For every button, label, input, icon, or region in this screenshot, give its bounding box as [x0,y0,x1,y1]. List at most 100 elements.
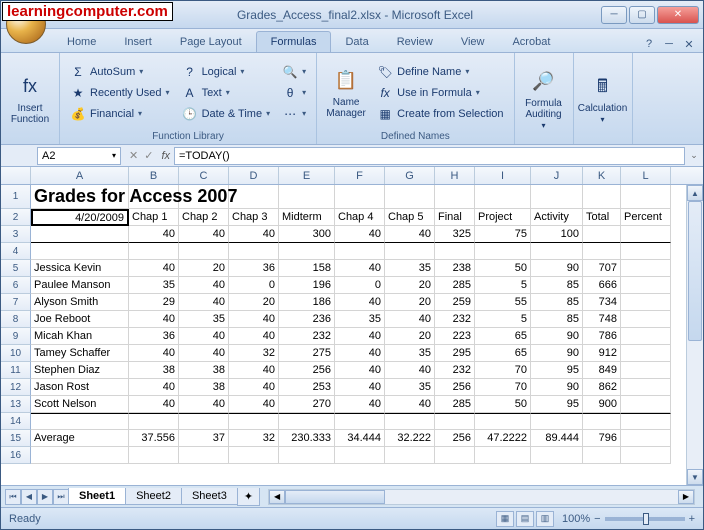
col-header-a[interactable]: A [31,167,129,184]
cell[interactable]: 5 [475,277,531,294]
cell[interactable]: Micah Khan [31,328,129,345]
tab-data[interactable]: Data [331,32,382,52]
cell[interactable]: 912 [583,345,621,362]
maximize-button[interactable]: ▢ [629,6,655,24]
cell[interactable] [335,447,385,464]
cell[interactable]: Chap 5 [385,209,435,226]
cell[interactable]: 40 [229,362,279,379]
minimize-ribbon-icon[interactable]: ─ [661,36,677,52]
lookup-ref-button[interactable]: 🔍▾ [278,62,310,82]
tab-home[interactable]: Home [53,32,110,52]
cell[interactable] [279,185,335,209]
col-header-j[interactable]: J [531,167,583,184]
cell[interactable]: 285 [435,277,475,294]
sheet-tab-1[interactable]: Sheet1 [68,488,126,505]
cell[interactable]: Total [583,209,621,226]
cell[interactable]: Alyson Smith [31,294,129,311]
cell[interactable]: 35 [385,260,435,277]
cell[interactable]: Midterm [279,209,335,226]
tab-insert[interactable]: Insert [110,32,166,52]
cell[interactable]: 40 [129,226,179,243]
cell[interactable] [531,243,583,260]
cell[interactable]: 37.556 [129,430,179,447]
cell[interactable] [475,243,531,260]
cell[interactable] [621,328,671,345]
cell[interactable]: 32.222 [385,430,435,447]
zoom-level[interactable]: 100% [562,513,590,525]
cell[interactable] [621,311,671,328]
cell[interactable]: 285 [435,396,475,413]
cell[interactable]: 40 [179,328,229,345]
cell[interactable]: 786 [583,328,621,345]
cell[interactable] [621,430,671,447]
cell[interactable] [621,379,671,396]
first-sheet-icon[interactable]: ⏮ [5,489,21,505]
spreadsheet-grid[interactable]: A B C D E F G H I J K L 1Grades for Acce… [1,167,703,485]
cell[interactable] [583,243,621,260]
cell[interactable]: Grades for Access 2007 [31,185,129,209]
help-icon[interactable]: ? [641,36,657,52]
cell[interactable]: 32 [229,345,279,362]
cell[interactable]: 100 [531,226,583,243]
cell[interactable]: 236 [279,311,335,328]
tab-acrobat[interactable]: Acrobat [498,32,564,52]
cell[interactable] [385,447,435,464]
col-header-g[interactable]: G [385,167,435,184]
col-header-d[interactable]: D [229,167,279,184]
sheet-tab-3[interactable]: Sheet3 [181,488,238,505]
cell[interactable]: 40 [179,277,229,294]
cell[interactable]: 40 [335,226,385,243]
row-header[interactable]: 6 [1,277,31,294]
cell[interactable] [475,447,531,464]
cancel-formula-icon[interactable]: ✕ [129,149,138,162]
cell[interactable]: Tamey Schaffer [31,345,129,362]
new-sheet-icon[interactable]: ✦ [237,488,260,506]
fx-label-icon[interactable]: fx [161,150,170,162]
col-header-i[interactable]: I [475,167,531,184]
formula-input[interactable]: =TODAY() [174,147,685,165]
cell[interactable] [335,185,385,209]
row-header[interactable]: 11 [1,362,31,379]
cell[interactable]: 70 [475,379,531,396]
cell[interactable]: 47.2222 [475,430,531,447]
cell[interactable]: 230.333 [279,430,335,447]
date-time-button[interactable]: 🕒Date & Time▾ [178,104,275,124]
cell[interactable] [621,447,671,464]
define-name-button[interactable]: 🏷Define Name▾ [373,62,507,82]
row-header[interactable]: 8 [1,311,31,328]
cell[interactable] [385,413,435,430]
cell[interactable]: 70 [475,362,531,379]
insert-function-button[interactable]: fx Insert Function [7,56,53,142]
cell[interactable] [621,185,671,209]
cell[interactable] [335,413,385,430]
row-header[interactable]: 16 [1,447,31,464]
cell[interactable] [129,243,179,260]
cell[interactable]: 275 [279,345,335,362]
cell[interactable]: 65 [475,328,531,345]
cell[interactable]: 75 [475,226,531,243]
cell[interactable]: 38 [179,379,229,396]
cell[interactable]: 90 [531,345,583,362]
cell[interactable] [229,447,279,464]
cell[interactable]: 259 [435,294,475,311]
select-all-corner[interactable] [1,167,31,184]
cell[interactable]: 55 [475,294,531,311]
cell[interactable]: 35 [179,311,229,328]
cell[interactable]: 40 [129,345,179,362]
create-from-selection-button[interactable]: ▦Create from Selection [373,104,507,124]
logical-button[interactable]: ?Logical▾ [178,62,275,82]
minimize-button[interactable]: ─ [601,6,627,24]
cell[interactable]: 256 [435,379,475,396]
cell[interactable]: 34.444 [335,430,385,447]
col-header-k[interactable]: K [583,167,621,184]
cell[interactable]: 95 [531,362,583,379]
more-functions-button[interactable]: ⋯▾ [278,104,310,124]
cell[interactable]: 90 [531,328,583,345]
cell[interactable]: 40 [335,345,385,362]
cell[interactable] [435,447,475,464]
cell[interactable]: 50 [475,260,531,277]
cell[interactable]: 35 [385,345,435,362]
page-break-view-icon[interactable]: ▥ [536,511,554,527]
cell[interactable]: Average [31,430,129,447]
autosum-button[interactable]: ΣAutoSum▾ [66,62,174,82]
